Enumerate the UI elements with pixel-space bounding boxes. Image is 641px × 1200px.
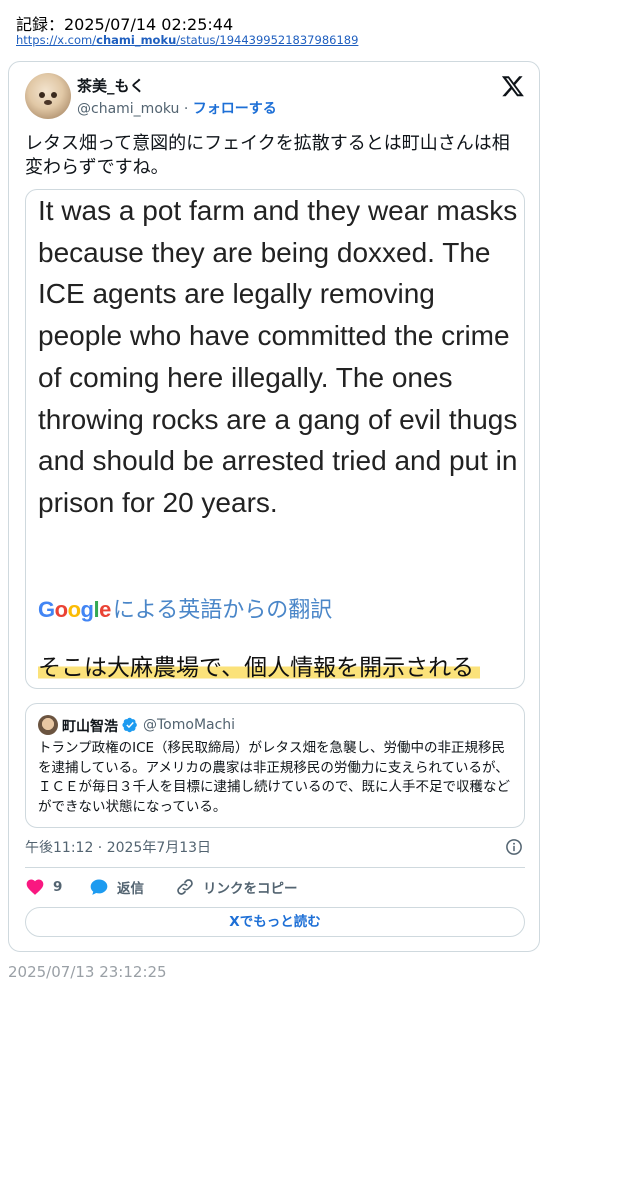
author-name[interactable]: 茶美_もく [77, 75, 145, 96]
record-timestamp: 記録：2025/07/14 02:25:44 [16, 15, 234, 34]
tweet-media-image[interactable]: It was a pot farm and they wear masks be… [25, 189, 525, 689]
like-button[interactable]: 9 [25, 877, 62, 897]
heart-icon [26, 879, 44, 895]
media-english-text: It was a pot farm and they wear masks be… [38, 195, 518, 518]
quoted-author-handle: @TomoMachi [143, 717, 236, 733]
media-japanese-translation: そこは大麻農場で、個人情報を開示される [38, 648, 481, 682]
divider [25, 867, 525, 868]
quoted-tweet-text: トランプ政権のICE（移民取締局）がレタス畑を急襲し、労働中の非正規移民を逮捕し… [38, 740, 510, 815]
avatar-nose [44, 100, 52, 105]
url-suffix: /status/1944399521837986189 [176, 33, 359, 47]
reply-button[interactable]: 返信 [89, 877, 144, 897]
author-avatar[interactable] [25, 73, 71, 119]
footer-timestamp: 2025/07/13 23:12:25 [8, 963, 167, 981]
link-icon [177, 879, 193, 895]
read-more-on-x-button[interactable]: Xでもっと読む [25, 907, 525, 937]
copy-link-button[interactable]: リンクをコピー [175, 877, 298, 897]
info-icon[interactable] [505, 838, 523, 856]
copy-link-label: リンクをコピー [203, 881, 298, 897]
like-count: 9 [53, 879, 63, 895]
follow-button[interactable]: フォローする [193, 101, 277, 117]
quoted-author-name: 町山智浩 [62, 719, 118, 735]
google-translate-label: Googleによる英語からの翻訳 [38, 592, 332, 624]
reply-label: 返信 [117, 881, 144, 897]
google-logo: Google [38, 597, 111, 622]
tweet-source-link[interactable]: https://x.com/chami_moku/status/19443995… [16, 33, 358, 47]
url-user: chami_moku [96, 33, 177, 47]
tweet-embed-card: 茶美_もく @chami_moku · フォローする レタス畑って意図的にフェイ… [8, 61, 540, 952]
x-logo-icon[interactable] [501, 74, 525, 98]
tweet-text: レタス畑って意図的にフェイクを拡散するとは町山さんは相変わらずですね。 [25, 133, 510, 178]
separator-dot: · [183, 101, 189, 117]
author-handle[interactable]: @chami_moku [77, 101, 179, 117]
translation-via: による英語からの翻訳 [112, 597, 333, 622]
avatar-eye [51, 92, 57, 98]
verified-badge-icon [122, 717, 137, 733]
tweet-datetime[interactable]: 午後11:12 · 2025年7月13日 [25, 837, 211, 857]
quoted-author-avatar [38, 715, 58, 735]
author-handle-row: @chami_moku · フォローする [77, 98, 277, 118]
avatar-eye [39, 92, 45, 98]
url-prefix: https://x.com/ [16, 33, 97, 47]
reply-bubble-icon [90, 879, 108, 895]
quoted-tweet[interactable]: 町山智浩 @TomoMachi トランプ政権のICE（移民取締局）がレタス畑を急… [25, 703, 525, 828]
